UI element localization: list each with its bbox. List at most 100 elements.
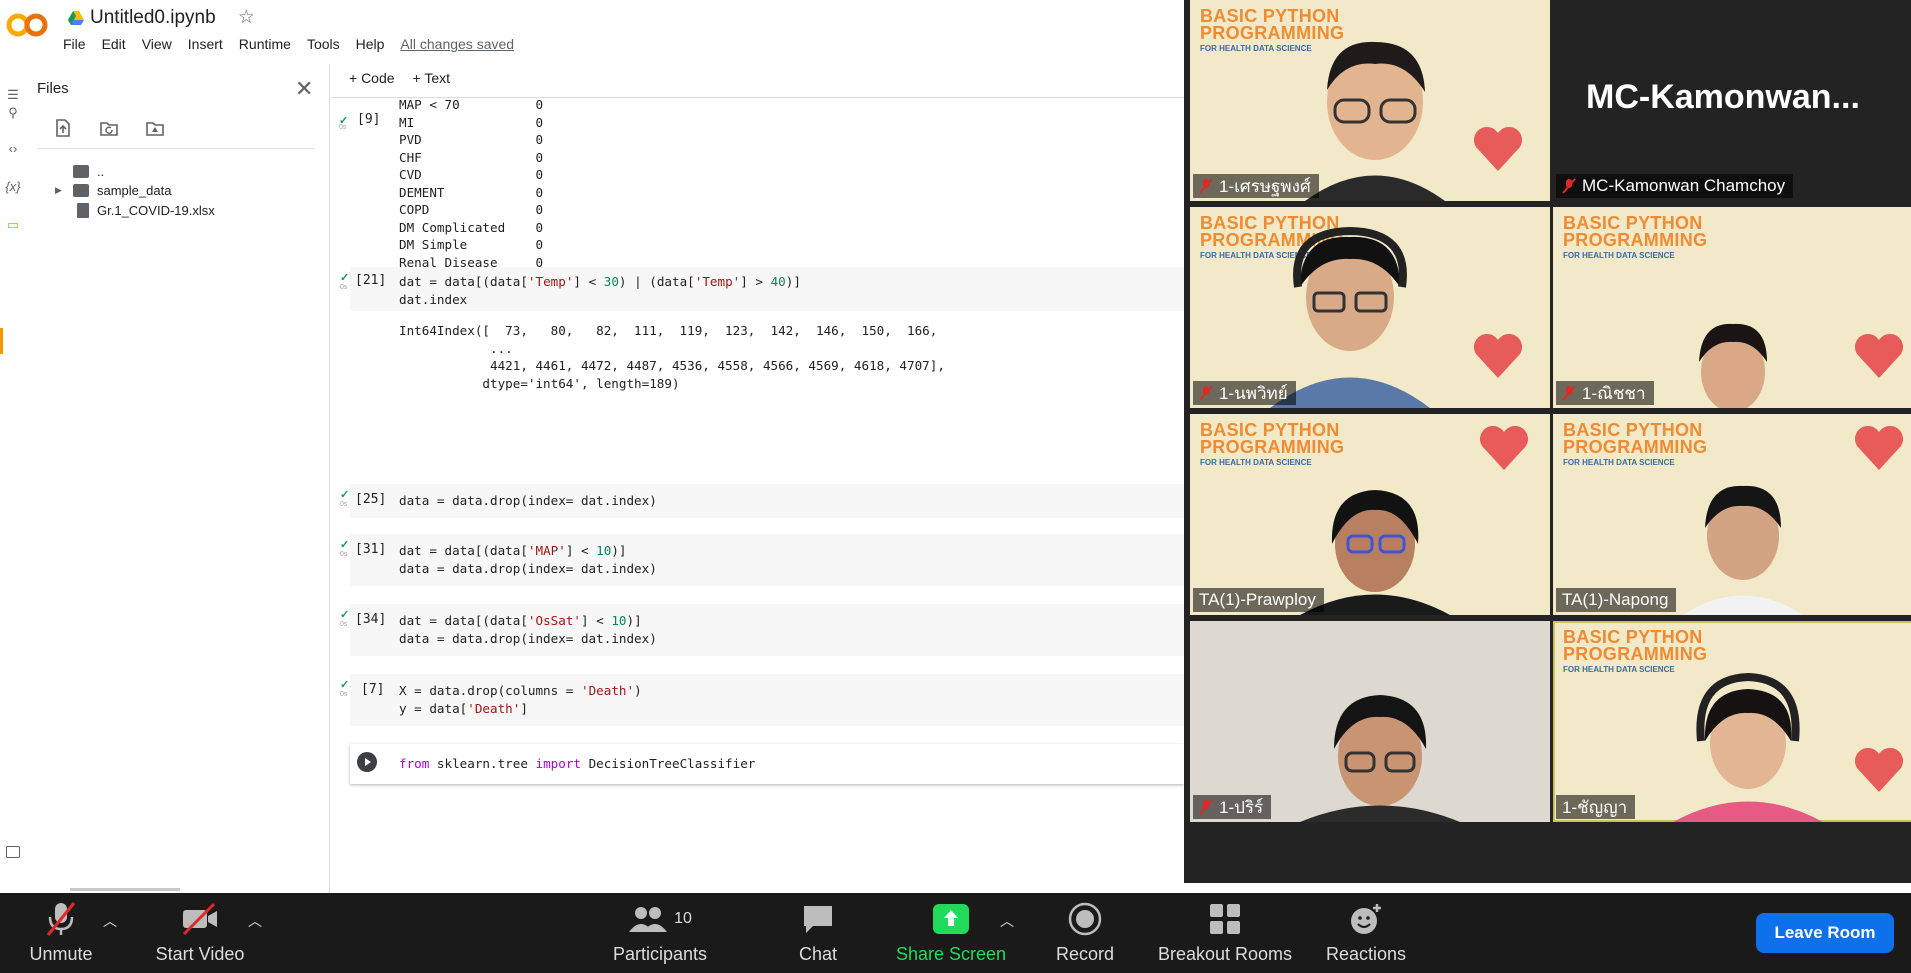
tree-item-parent[interactable]: .. [55,164,104,179]
mic-off-icon [1199,385,1213,401]
menu-runtime[interactable]: Runtime [239,36,291,52]
notebook-title-bar: Untitled0.ipynb ☆ [68,6,255,29]
chat-label: Chat [798,944,838,964]
participant-nameplate: 1-ชัญญา [1556,795,1636,819]
files-panel-title: Files [37,80,69,97]
exec-time: 0s [340,691,348,698]
active-tab-indicator [0,328,3,354]
mic-muted-icon [46,902,76,936]
share-options-caret[interactable]: ︿ [1000,911,1014,931]
chat-icon [804,906,832,933]
participant-nameplate: MC-Kamonwan Chamchoy [1556,174,1794,198]
active-speaker-tile[interactable]: BASIC PYTHON PROGRAMMING FOR HEALTH DATA S… [1553,621,1911,822]
chat-button[interactable]: Chat [788,893,848,973]
code-snippets-icon[interactable]: ‹› [4,140,22,158]
star-icon[interactable]: ☆ [238,6,255,29]
menu-help[interactable]: Help [356,36,385,52]
participant-name: 1-ณิชชา [1582,383,1646,403]
close-icon[interactable]: ✕ [295,76,313,102]
participant-video [1300,695,1460,822]
run-cell-button[interactable] [357,752,377,772]
notebook-area: + Code + Text ✓ 0s [9] MAP < 70 0 MI 0 P… [331,64,1184,893]
folder-up-icon [73,165,89,178]
files-toolbar [53,118,165,138]
unmute-label: Unmute [29,944,93,964]
video-off-icon [182,902,217,936]
breakout-rooms-button[interactable]: Breakout Rooms [1156,893,1294,973]
participant-nameplate: 1-เศรษฐพงศ์ [1193,174,1319,198]
cell-source: data = data.drop(index= dat.index) [399,493,657,508]
heart-icon [1854,333,1904,378]
start-video-label: Start Video [155,944,245,964]
exec-time: 0s [339,124,347,131]
file-icon [77,203,89,218]
drive-icon [68,10,84,25]
save-status-link[interactable]: All changes saved [400,36,514,52]
tree-item-xlsx[interactable]: Gr.1_COVID-19.xlsx [55,203,215,218]
tree-item-label: sample_data [97,183,172,198]
video-tile[interactable]: 1-ปริร์ [1190,621,1550,822]
files-folder-icon[interactable]: ▭ [4,216,22,234]
share-screen-button[interactable]: Share Screen [892,893,1010,973]
mic-off-icon [1199,178,1213,194]
video-tile[interactable]: BASIC PYTHON PROGRAMMING FOR HEALTH DATA S… [1553,207,1911,408]
cell-number: [7] [361,682,385,697]
menu-view[interactable]: View [142,36,172,52]
mount-drive-icon[interactable] [145,118,165,138]
participant-nameplate: 1-นพวิทย์ [1193,381,1296,405]
colab-logo[interactable] [6,12,50,38]
participant-name: 1-ชัญญา [1562,797,1628,817]
start-video-button[interactable]: Start Video [150,893,250,973]
search-icon[interactable]: ⚲ [4,104,22,122]
record-button[interactable]: Record [1054,893,1116,973]
menu-insert[interactable]: Insert [188,36,223,52]
participants-icon [629,907,668,932]
participant-nameplate: 1-ปริร์ [1193,795,1272,819]
menu-tools[interactable]: Tools [307,36,340,52]
tree-item-label: Gr.1_COVID-19.xlsx [97,203,215,218]
reactions-icon [1351,904,1381,934]
video-tile[interactable]: BASIC PYTHON PROGRAMMING FOR HEALTH DATA S… [1190,0,1550,201]
audio-options-caret[interactable]: ︿ [103,911,117,931]
participant-name: 1-ปริร์ [1219,797,1264,817]
add-text-button[interactable]: + Text [413,70,451,86]
cell-number: [9] [357,112,381,127]
notebook-toolbar: + Code + Text [349,70,450,86]
cell-source[interactable]: from sklearn.tree import DecisionTreeCla… [399,755,755,773]
reactions-button[interactable]: Reactions [1324,893,1408,973]
menu-edit[interactable]: Edit [102,36,126,52]
participant-video [1683,485,1803,615]
check-icon: ✓ [340,609,350,621]
participants-button[interactable]: 10 Participants [608,893,712,973]
zoom-control-bar: Unmute ︿ Start Video ︿ 10 Participants C… [0,893,1911,973]
command-palette-icon[interactable] [6,846,20,858]
cell-source: dat = data[(data['Temp'] < 30) | (data['… [399,274,801,307]
refresh-folder-icon[interactable] [99,118,119,138]
tree-item-sample-data[interactable]: ▶ sample_data [55,183,171,198]
upload-file-icon[interactable] [53,118,73,138]
notebook-title[interactable]: Untitled0.ipynb [90,7,216,29]
variables-icon[interactable]: {x} [4,178,22,196]
reactions-label: Reactions [1325,944,1407,964]
video-tile[interactable]: BASIC PYTHON PROGRAMMING FOR HEALTH DATA S… [1190,414,1550,615]
menubar: File Edit View Insert Runtime Tools Help… [63,36,514,52]
check-icon: ✓ [340,679,350,691]
add-code-button[interactable]: + Code [349,70,395,86]
check-icon: ✓ [340,272,350,284]
leave-room-button[interactable]: Leave Room [1756,913,1894,953]
mic-off-icon [1199,799,1213,815]
table-of-contents-icon[interactable]: ☰ [4,86,22,104]
unmute-button[interactable]: Unmute [24,893,98,973]
participants-label: Participants [612,944,708,964]
video-options-caret[interactable]: ︿ [248,911,262,931]
participant-nameplate: TA(1)-Prawploy [1193,588,1324,612]
heart-icon [1479,425,1529,470]
chevron-right-icon[interactable]: ▶ [55,185,65,196]
mic-off-icon [1562,178,1576,194]
video-tile[interactable]: BASIC PYTHON PROGRAMMING FOR HEALTH DATA S… [1553,414,1911,615]
heart-icon [1854,747,1904,792]
menu-file[interactable]: File [63,36,86,52]
featured-participant-name: MC-Kamonwan... [1586,78,1860,116]
left-rail: ☰ ⚲ ‹› {x} ▭ [0,64,25,893]
video-tile[interactable]: BASIC PYTHON PROGRAMMING FOR HEALTH DATA S… [1190,207,1550,408]
